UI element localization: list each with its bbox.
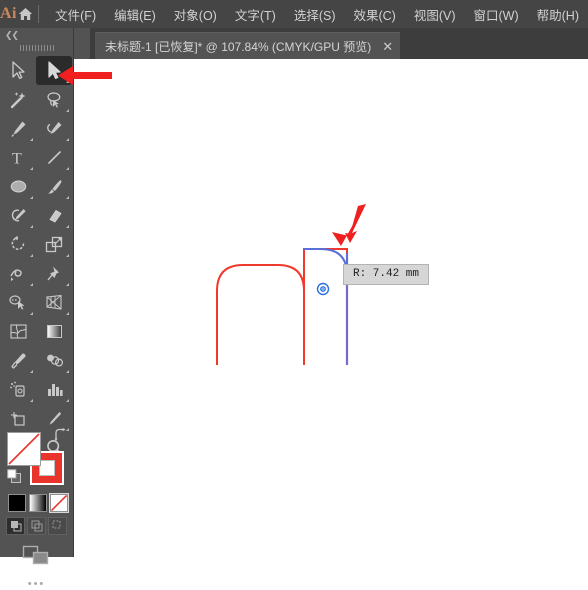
- none-slash-icon: [8, 433, 40, 465]
- tool-flyout-indicator: [66, 283, 69, 286]
- fill-stroke-controls: [7, 428, 73, 490]
- shaper-tool[interactable]: [0, 201, 36, 230]
- tool-flyout-indicator: [66, 167, 69, 170]
- tool-flyout-indicator: [66, 225, 69, 228]
- tool-flyout-indicator: [66, 254, 69, 257]
- menu-effect[interactable]: 效果(C): [344, 1, 404, 28]
- screen-mode-icon: [22, 544, 52, 568]
- menu-view[interactable]: 视图(V): [405, 1, 465, 28]
- gradient-mode-button[interactable]: [29, 494, 47, 512]
- paint-mode-buttons: [8, 494, 73, 512]
- color-controls: •••: [0, 428, 73, 590]
- tool-flyout-indicator: [30, 167, 33, 170]
- tools-panel: ❮❮: [0, 28, 74, 557]
- selection-tool[interactable]: [0, 56, 36, 85]
- tool-flyout-indicator: [30, 283, 33, 286]
- fill-swatch[interactable]: [7, 432, 41, 466]
- grip-lines-icon: [20, 45, 54, 51]
- none-slash-small-icon: [51, 495, 67, 511]
- artboard-canvas[interactable]: R: 7.42 mm: [73, 59, 588, 557]
- toolbar-more-button[interactable]: •••: [0, 578, 73, 590]
- tool-flyout-indicator: [66, 399, 69, 402]
- tool-flyout-indicator: [30, 225, 33, 228]
- tool-flyout-indicator: [66, 109, 69, 112]
- document-tab-bar: 未标题-1 [已恢复]* @ 107.84% (CMYK/GPU 预览) ✕: [90, 28, 588, 59]
- default-fill-stroke-icon[interactable]: [7, 469, 22, 484]
- collapse-panel-button[interactable]: ❮❮: [0, 28, 73, 42]
- tool-flyout-indicator: [66, 196, 69, 199]
- draw-behind-button[interactable]: [27, 517, 46, 535]
- stroke-swatch-inner: [39, 460, 55, 476]
- paintbrush-tool[interactable]: [36, 172, 72, 201]
- tool-flyout-indicator: [30, 312, 33, 315]
- menu-help[interactable]: 帮助(H): [528, 1, 588, 28]
- draw-inside-button[interactable]: [48, 517, 67, 535]
- menu-select[interactable]: 选择(S): [285, 1, 345, 28]
- svg-text:T: T: [12, 151, 22, 168]
- ellipse-tool[interactable]: [0, 172, 36, 201]
- tool-flyout-indicator: [30, 196, 33, 199]
- menu-item-list: 文件(F) 编辑(E) 对象(O) 文字(T) 选择(S) 效果(C) 视图(V…: [46, 1, 588, 28]
- lasso-tool[interactable]: [36, 85, 72, 114]
- line-segment-tool[interactable]: [36, 143, 72, 172]
- tool-flyout-indicator: [30, 370, 33, 373]
- tool-flyout-indicator: [30, 399, 33, 402]
- none-mode-button[interactable]: [50, 494, 68, 512]
- shape-builder-tool[interactable]: [0, 288, 36, 317]
- home-icon[interactable]: [17, 0, 34, 28]
- close-icon[interactable]: ✕: [381, 40, 394, 53]
- width-tool[interactable]: [0, 259, 36, 288]
- radius-tooltip: R: 7.42 mm: [343, 264, 429, 285]
- menu-window[interactable]: 窗口(W): [465, 1, 528, 28]
- blend-tool[interactable]: [36, 346, 72, 375]
- symbol-sprayer-tool[interactable]: [0, 375, 36, 404]
- tool-flyout-indicator: [66, 138, 69, 141]
- menu-file[interactable]: 文件(F): [46, 1, 105, 28]
- type-tool[interactable]: T: [0, 143, 36, 172]
- eraser-tool[interactable]: [36, 201, 72, 230]
- perspective-grid-tool[interactable]: [36, 288, 72, 317]
- document-tab-title: 未标题-1 [已恢复]* @ 107.84% (CMYK/GPU 预览): [105, 38, 371, 55]
- tool-flyout-indicator: [66, 80, 69, 83]
- rounded-rect-right: [304, 249, 347, 365]
- eyedropper-tool[interactable]: [0, 346, 36, 375]
- free-transform-tool[interactable]: [36, 259, 72, 288]
- mesh-tool[interactable]: [0, 317, 36, 346]
- pen-tool[interactable]: [0, 114, 36, 143]
- panel-grip[interactable]: [0, 42, 73, 54]
- scale-tool[interactable]: [36, 230, 72, 259]
- color-mode-button[interactable]: [8, 494, 26, 512]
- magic-wand-tool[interactable]: [0, 85, 36, 114]
- swap-fill-stroke-icon[interactable]: [53, 428, 68, 442]
- change-screen-mode-button[interactable]: [0, 544, 73, 568]
- column-graph-tool[interactable]: [36, 375, 72, 404]
- canvas-artwork: [73, 59, 588, 557]
- tool-flyout-indicator: [30, 138, 33, 141]
- gradient-tool[interactable]: [36, 317, 72, 346]
- tool-flyout-indicator: [66, 312, 69, 315]
- menu-bar: Ai 文件(F) 编辑(E) 对象(O) 文字(T) 选择(S) 效果(C) 视…: [0, 0, 588, 28]
- menu-edit[interactable]: 编辑(E): [105, 1, 165, 28]
- app-logo-icon: Ai: [0, 0, 17, 28]
- curvature-tool[interactable]: [36, 114, 72, 143]
- menu-type[interactable]: 文字(T): [226, 1, 285, 28]
- illustrator-window: Ai 文件(F) 编辑(E) 对象(O) 文字(T) 选择(S) 效果(C) 视…: [0, 0, 588, 557]
- rotate-tool[interactable]: [0, 230, 36, 259]
- document-tab[interactable]: 未标题-1 [已恢复]* @ 107.84% (CMYK/GPU 预览) ✕: [95, 32, 400, 60]
- tool-flyout-indicator: [66, 370, 69, 373]
- rounded-rect-left: [217, 265, 304, 365]
- menu-object[interactable]: 对象(O): [165, 1, 226, 28]
- live-corner-widget: [318, 284, 329, 295]
- tool-flyout-indicator: [30, 254, 33, 257]
- drawing-mode-buttons: [6, 517, 73, 535]
- draw-normal-button[interactable]: [6, 517, 25, 535]
- corner-preview-arc: [304, 249, 347, 275]
- tool-grid: T: [0, 56, 73, 462]
- direct-selection-tool[interactable]: [36, 56, 72, 85]
